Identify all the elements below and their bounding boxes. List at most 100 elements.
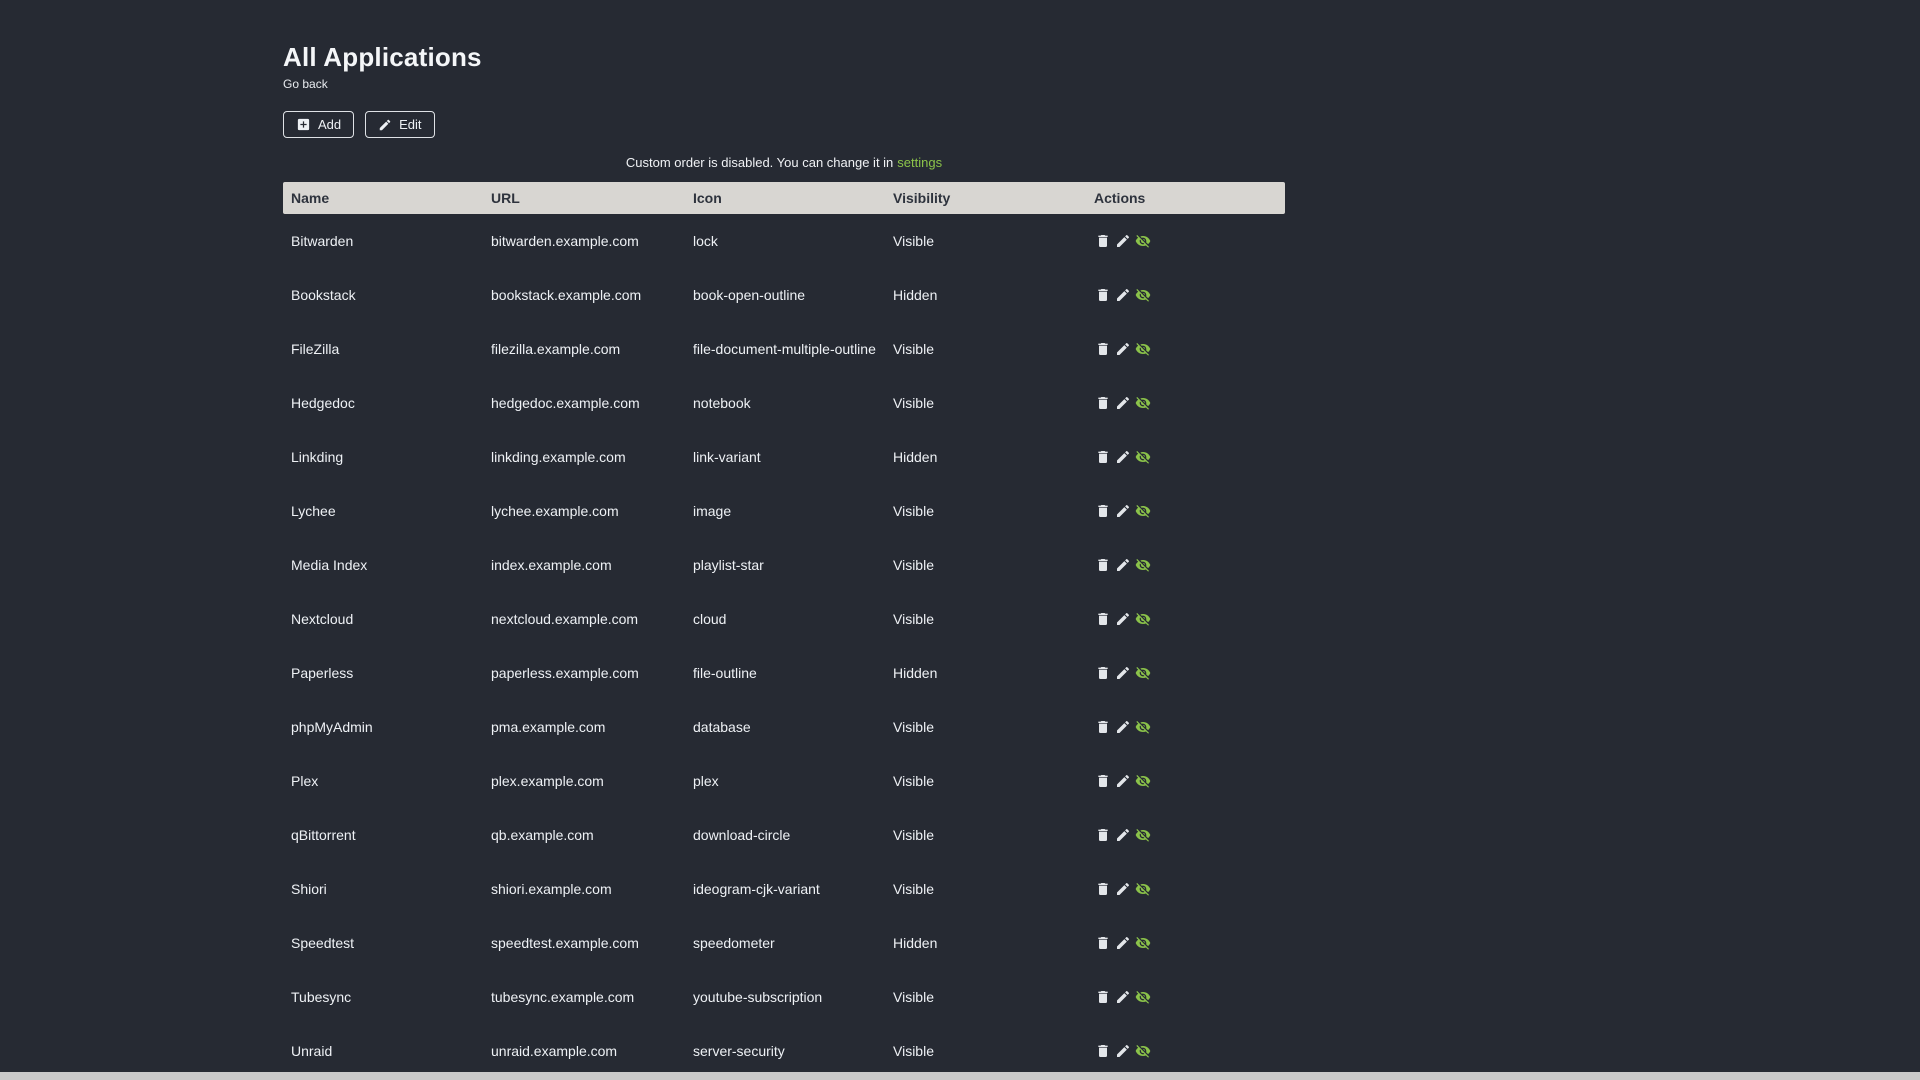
trash-icon[interactable] [1094,1043,1111,1060]
app-visibility: Hidden [893,935,938,951]
pencil-icon[interactable] [1114,773,1131,790]
app-visibility: Visible [893,611,934,627]
app-name: Hedgedoc [291,395,355,411]
eye-off-icon[interactable] [1134,881,1151,898]
table-row: Speedtest speedtest.example.com speedome… [283,916,1285,970]
trash-icon[interactable] [1094,233,1111,250]
pencil-icon[interactable] [1114,989,1131,1006]
pencil-icon[interactable] [1114,611,1131,628]
eye-off-icon[interactable] [1134,503,1151,520]
row-actions [1094,763,1277,799]
eye-off-icon[interactable] [1134,395,1151,412]
table-body: Bitwarden bitwarden.example.com lock Vis… [283,214,1285,1078]
trash-icon[interactable] [1094,719,1111,736]
app-url: nextcloud.example.com [491,611,639,627]
app-url: paperless.example.com [491,665,639,681]
app-name: Plex [291,773,319,789]
eye-off-icon[interactable] [1134,827,1151,844]
app-icon-name: youtube-subscription [693,989,823,1005]
applications-table: Name URL Icon Visibility Actions Bitward… [283,182,1285,1078]
pencil-icon[interactable] [1114,1043,1131,1060]
horizontal-scrollbar[interactable] [0,1072,1920,1080]
app-url: index.example.com [491,557,612,573]
trash-icon[interactable] [1094,935,1111,952]
app-name: Unraid [291,1043,333,1059]
pencil-icon[interactable] [1114,719,1131,736]
eye-off-icon[interactable] [1134,935,1151,952]
table-row: Plex plex.example.com plex Visible [283,754,1285,808]
eye-off-icon[interactable] [1134,233,1151,250]
trash-icon[interactable] [1094,611,1111,628]
edit-button-label: Edit [399,117,422,132]
pencil-icon[interactable] [1114,449,1131,466]
table-row: Bookstack bookstack.example.com book-ope… [283,268,1285,322]
pencil-icon[interactable] [1114,341,1131,358]
app-url: speedtest.example.com [491,935,639,951]
eye-off-icon[interactable] [1134,773,1151,790]
eye-off-icon[interactable] [1134,719,1151,736]
trash-icon[interactable] [1094,881,1111,898]
app-icon-name: server-security [693,1043,785,1059]
pencil-icon[interactable] [1114,503,1131,520]
trash-icon[interactable] [1094,395,1111,412]
app-visibility: Hidden [893,287,938,303]
app-icon-name: plex [693,773,719,789]
eye-off-icon[interactable] [1134,611,1151,628]
app-visibility: Visible [893,827,934,843]
pencil-icon[interactable] [1114,557,1131,574]
header-actions: Actions [1086,182,1285,214]
app-visibility: Hidden [893,449,938,465]
app-url: qb.example.com [491,827,594,843]
pencil-icon[interactable] [1114,395,1131,412]
table-row: phpMyAdmin pma.example.com database Visi… [283,700,1285,754]
app-icon-name: database [693,719,751,735]
header-icon: Icon [685,182,885,214]
app-visibility: Visible [893,1043,934,1059]
app-visibility: Visible [893,719,934,735]
app-url: lychee.example.com [491,503,619,519]
row-actions [1094,925,1277,961]
pencil-icon[interactable] [1114,881,1131,898]
edit-button[interactable]: Edit [365,111,435,138]
eye-off-icon[interactable] [1134,989,1151,1006]
eye-off-icon[interactable] [1134,665,1151,682]
eye-off-icon[interactable] [1134,557,1151,574]
trash-icon[interactable] [1094,827,1111,844]
row-actions [1094,709,1277,745]
app-name: FileZilla [291,341,340,357]
trash-icon[interactable] [1094,773,1111,790]
pencil-icon[interactable] [1114,827,1131,844]
table-row: Media Index index.example.com playlist-s… [283,538,1285,592]
go-back-link[interactable]: Go back [283,77,328,91]
settings-content: All Applications Go back Add Edit Custom… [283,42,1285,1078]
trash-icon[interactable] [1094,287,1111,304]
plus-box-icon [296,117,311,132]
app-visibility: Visible [893,395,934,411]
app-icon-name: playlist-star [693,557,764,573]
pencil-icon[interactable] [1114,935,1131,952]
trash-icon[interactable] [1094,665,1111,682]
app-url: bitwarden.example.com [491,233,639,249]
eye-off-icon[interactable] [1134,287,1151,304]
pencil-icon[interactable] [1114,233,1131,250]
eye-off-icon[interactable] [1134,341,1151,358]
eye-off-icon[interactable] [1134,1043,1151,1060]
eye-off-icon[interactable] [1134,449,1151,466]
app-url: shiori.example.com [491,881,612,897]
pencil-icon[interactable] [1114,287,1131,304]
row-actions [1094,871,1277,907]
app-url: filezilla.example.com [491,341,621,357]
app-visibility: Visible [893,341,934,357]
trash-icon[interactable] [1094,449,1111,466]
add-button[interactable]: Add [283,111,355,138]
pencil-icon[interactable] [1114,665,1131,682]
row-actions [1094,601,1277,637]
row-actions [1094,439,1277,475]
trash-icon[interactable] [1094,557,1111,574]
row-actions [1094,223,1277,259]
trash-icon[interactable] [1094,341,1111,358]
trash-icon[interactable] [1094,503,1111,520]
app-url: pma.example.com [491,719,606,735]
settings-link[interactable]: settings [897,155,942,170]
trash-icon[interactable] [1094,989,1111,1006]
